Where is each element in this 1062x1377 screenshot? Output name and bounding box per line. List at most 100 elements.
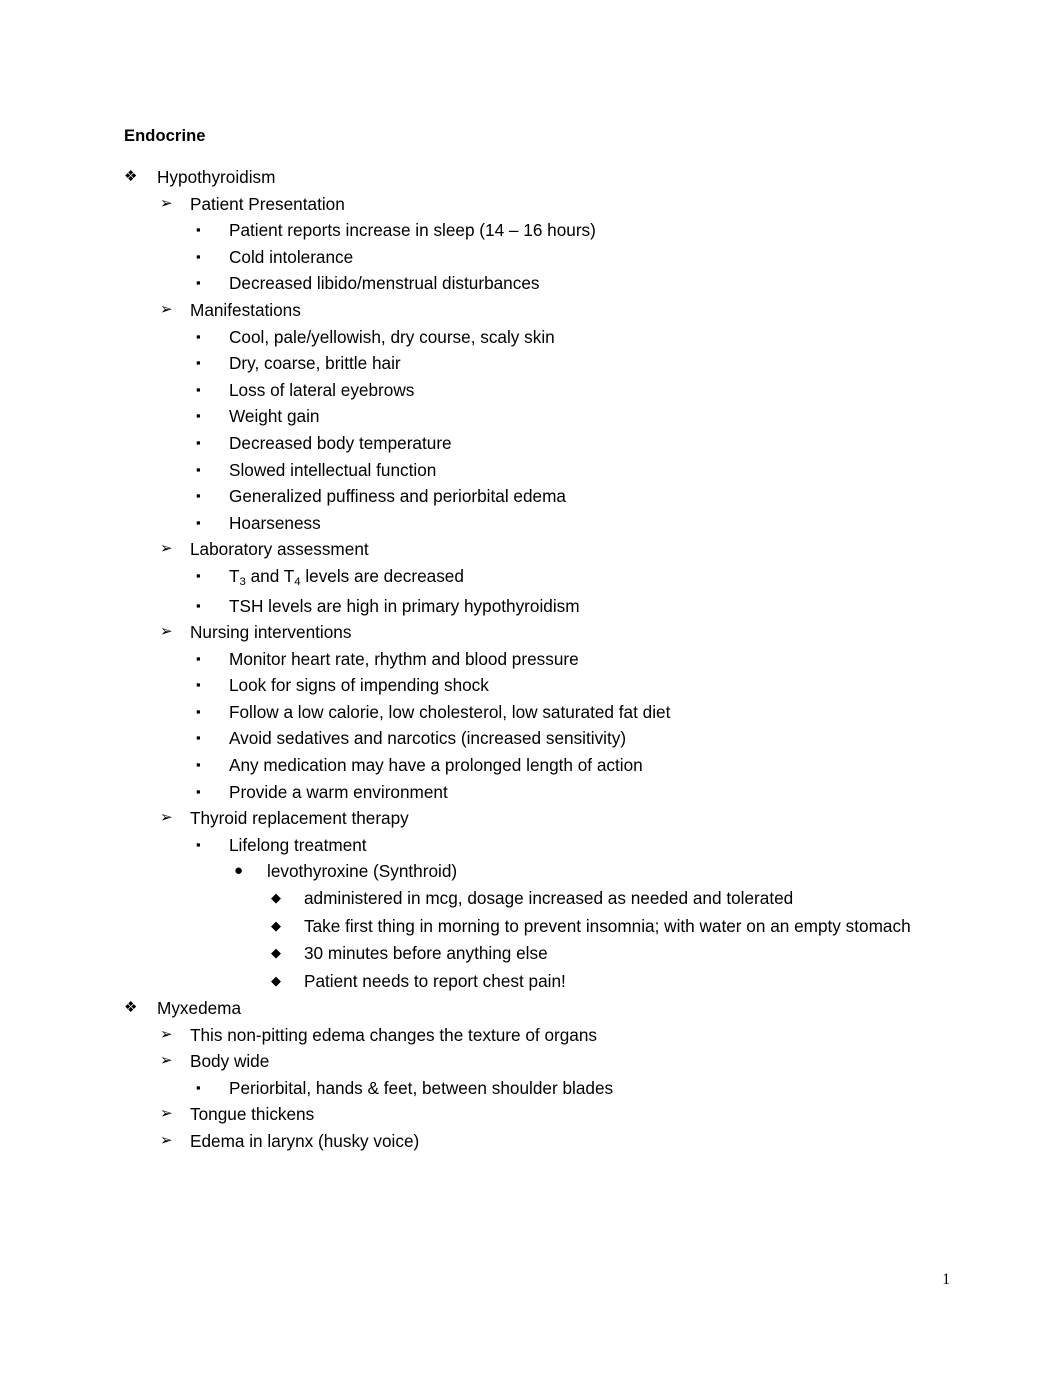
outline-item-level-3: ▪ Lifelong treatment: [196, 832, 914, 859]
outline-item-label: Manifestations: [190, 299, 301, 320]
outline-item-label: Dry, coarse, brittle hair: [229, 353, 401, 374]
outline-item-label: Follow a low calorie, low cholesterol, l…: [229, 701, 671, 722]
bullet-level-2-icon: ➢: [160, 623, 173, 641]
bullet-level-2-icon: ➢: [160, 809, 173, 827]
outline-item-label: Generalized puffiness and periorbital ed…: [229, 486, 566, 507]
bullet-level-3-icon: ▪: [196, 408, 201, 424]
bullet-level-5-icon: ◆: [271, 890, 281, 906]
bullet-level-2-icon: ➢: [160, 1132, 173, 1149]
outline-item-label: Avoid sedatives and narcotics (increased…: [229, 728, 627, 749]
outline-item-level-3: ▪ Slowed intellectual function: [196, 457, 914, 484]
bullet-level-4-icon: ●: [234, 862, 244, 880]
outline-item-level-1: ❖ Myxedema: [124, 995, 914, 1022]
outline-item-label: Any medication may have a prolonged leng…: [229, 755, 643, 776]
bullet-level-2-icon: ➢: [160, 300, 173, 318]
bullet-level-3-icon: ▪: [196, 757, 201, 773]
outline-item-label: Cold intolerance: [229, 246, 354, 267]
outline-item-level-3: ▪ Follow a low calorie, low cholesterol, …: [196, 699, 914, 726]
outline-item-label: Edema in larynx (husky voice): [190, 1131, 420, 1151]
outline-item-level-2: ➢ Laboratory assessment: [160, 536, 914, 563]
outline-item-label: This non-pitting edema changes the textu…: [190, 1024, 598, 1045]
bullet-level-3-icon: ▪: [196, 597, 201, 613]
bullet-level-5-icon: ◆: [271, 945, 281, 961]
document-body: Endocrine ❖ Hypothyroidism ➢ Patient Presen…: [124, 126, 914, 1155]
bullet-level-3-icon: ▪: [196, 567, 201, 583]
outline-item-level-3: ▪ Periorbital, hands & feet, between shou…: [196, 1075, 914, 1102]
bullet-level-3-icon: ▪: [196, 783, 201, 799]
outline-item-level-5: ◆ Patient needs to report chest pain!: [271, 968, 914, 996]
bullet-level-2-icon: ➢: [160, 540, 173, 558]
bullet-level-5-icon: ◆: [271, 972, 281, 988]
outline-item-label: Hoarseness: [229, 512, 321, 533]
outline-item-level-3: ▪ Look for signs of impending shock: [196, 672, 914, 699]
outline-item-label: administered in mcg, dosage increased as…: [304, 888, 794, 909]
bullet-level-3-icon: ▪: [196, 677, 201, 693]
outline-item-label: Myxedema: [157, 998, 242, 1019]
outline-item-level-3: ▪ Cold intolerance: [196, 244, 914, 271]
bullet-level-1-icon: ❖: [124, 999, 138, 1017]
outline-item-level-2: ➢ Patient Presentation: [160, 191, 914, 218]
outline-item-level-4: ● levothyroxine (Synthroid): [234, 858, 914, 885]
outline-item-label: Loss of lateral eyebrows: [229, 379, 415, 400]
bullet-level-3-icon: ▪: [196, 248, 201, 264]
outline-item-label: Take first thing in morning to prevent i…: [304, 915, 911, 936]
outline-item-level-3: ▪ Dry, coarse, brittle hair: [196, 350, 914, 377]
outline-list: ❖ Hypothyroidism ➢ Patient Presentation ▪ Pat…: [124, 164, 914, 1155]
outline-item-label: Look for signs of impending shock: [229, 675, 489, 696]
bullet-level-2-icon: ➢: [160, 1052, 173, 1070]
bullet-level-3-icon: ▪: [196, 703, 201, 719]
outline-item-level-3: ▪ Decreased body temperature: [196, 430, 914, 457]
outline-item-level-3: ▪ Loss of lateral eyebrows: [196, 377, 914, 404]
outline-item-label: Monitor heart rate, rhythm and blood pre…: [229, 648, 579, 669]
outline-item-level-3: ▪ Avoid sedatives and narcotics (increase…: [196, 725, 914, 752]
outline-item-level-2: ➢ Thyroid replacement therapy: [160, 805, 914, 832]
page-number: 1: [942, 1271, 950, 1288]
outline-item-level-3: ▪ T3 and T4 levels are decreased: [196, 563, 914, 593]
bullet-level-3-icon: ▪: [196, 355, 201, 371]
outline-item-label: Cool, pale/yellowish, dry course, scaly …: [229, 326, 555, 347]
outline-item-level-3: ▪ Patient reports increase in sleep (14 –…: [196, 217, 914, 244]
bullet-level-3-icon: ▪: [196, 730, 201, 746]
bullet-level-2-icon: ➢: [160, 1105, 173, 1123]
outline-item-label: Hypothyroidism: [157, 167, 276, 187]
outline-item-label: TSH levels are high in primary hypothyro…: [229, 595, 580, 616]
outline-item-label: Patient needs to report chest pain!: [304, 970, 566, 991]
bullet-level-3-icon: ▪: [196, 650, 201, 666]
outline-item-level-3: ▪ Decreased libido/menstrual disturbances: [196, 270, 914, 297]
bullet-level-3-icon: ▪: [196, 514, 201, 530]
document-page: Endocrine ❖ Hypothyroidism ➢ Patient Presen…: [0, 0, 1062, 1377]
page-title: Endocrine: [124, 127, 206, 145]
outline-item-label: T3 and T4 levels are decreased: [229, 565, 464, 588]
bullet-level-2-icon: ➢: [160, 1025, 173, 1043]
outline-item-label: levothyroxine (Synthroid): [267, 861, 458, 882]
bullet-level-3-icon: ▪: [196, 275, 201, 291]
outline-item-level-3: ▪ Hoarseness: [196, 510, 914, 537]
bullet-level-2-icon: ➢: [160, 194, 173, 212]
bullet-level-3-icon: ▪: [196, 434, 201, 450]
outline-item-label: Patient Presentation: [190, 193, 345, 214]
outline-item-level-2: ➢ Body wide: [160, 1048, 914, 1075]
bullet-level-1-icon: ❖: [124, 168, 138, 185]
outline-item-level-2: ➢ Manifestations: [160, 297, 914, 324]
outline-item-level-2: ➢ Tongue thickens: [160, 1101, 914, 1128]
outline-item-level-2: ➢ Edema in larynx (husky voice): [160, 1128, 914, 1155]
outline-item-label: Laboratory assessment: [190, 539, 369, 560]
outline-item-level-2: ➢ Nursing interventions: [160, 619, 914, 646]
outline-item-level-5: ◆ Take first thing in morning to prevent …: [271, 913, 914, 941]
bullet-level-3-icon: ▪: [196, 488, 201, 504]
outline-item-level-2: ➢ This non-pitting edema changes the text…: [160, 1022, 914, 1049]
outline-item-label: Decreased libido/menstrual disturbances: [229, 273, 540, 294]
outline-item-label: Patient reports increase in sleep (14 – …: [229, 220, 596, 241]
outline-item-level-3: ▪ Weight gain: [196, 403, 914, 430]
bullet-level-3-icon: ▪: [196, 381, 201, 397]
bullet-level-3-icon: ▪: [196, 461, 201, 477]
bullet-level-3-icon: ▪: [196, 836, 201, 852]
bullet-level-3-icon: ▪: [196, 1079, 201, 1095]
outline-item-level-3: ▪ TSH levels are high in primary hypothyr…: [196, 593, 914, 620]
outline-item-level-3: ▪ Provide a warm environment: [196, 779, 914, 806]
outline-item-level-3: ▪ Generalized puffiness and periorbital e…: [196, 483, 914, 510]
outline-item-label: 30 minutes before anything else: [304, 943, 548, 964]
outline-item-label: Nursing interventions: [190, 622, 352, 643]
outline-item-label: Provide a warm environment: [229, 781, 448, 802]
bullet-level-5-icon: ◆: [271, 917, 281, 933]
